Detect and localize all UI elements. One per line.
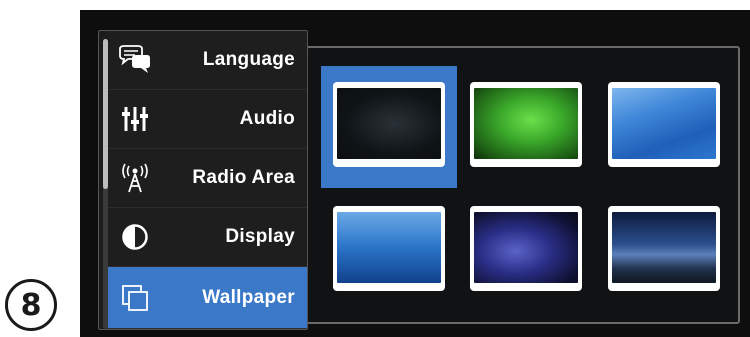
wallpaper-image <box>474 88 578 159</box>
wallpaper-thumbnail-milky-way[interactable] <box>608 206 720 291</box>
wallpaper-image <box>474 212 578 283</box>
radio-tower-icon <box>118 161 152 195</box>
settings-menu: Language Audio Radio Area Display Wallpa… <box>98 30 308 330</box>
wallpaper-thumbnail-blue-sea[interactable] <box>333 206 445 291</box>
wallpaper-image <box>612 88 716 159</box>
menu-item-label: Radio Area <box>192 167 295 188</box>
menu-item-display[interactable]: Display <box>108 208 307 267</box>
wallpaper-thumbnail-dark[interactable] <box>333 82 445 167</box>
menu-item-wallpaper[interactable]: Wallpaper <box>108 267 307 329</box>
menu-item-label: Audio <box>239 108 295 129</box>
wallpaper-thumbnail-green[interactable] <box>470 82 582 167</box>
wallpaper-grid <box>306 46 740 324</box>
menu-item-label: Display <box>225 226 295 247</box>
infotainment-screen: Language Audio Radio Area Display Wallpa… <box>80 10 750 337</box>
menu-item-audio[interactable]: Audio <box>108 90 307 149</box>
menu-item-label: Language <box>202 49 295 70</box>
wallpaper-thumbnail-nebula[interactable] <box>470 206 582 291</box>
equalizer-sliders-icon <box>118 102 152 136</box>
menu-item-language[interactable]: Language <box>108 31 307 90</box>
step-number-badge: 8 <box>5 279 57 331</box>
wallpaper-image <box>337 88 441 159</box>
contrast-circle-icon <box>118 220 152 254</box>
menu-item-radio-area[interactable]: Radio Area <box>108 149 307 208</box>
menu-item-label: Wallpaper <box>202 286 295 308</box>
wallpaper-image <box>337 212 441 283</box>
wallpaper-image <box>612 212 716 283</box>
overlapping-squares-icon <box>118 281 152 315</box>
speech-bubbles-icon <box>118 43 152 77</box>
wallpaper-thumbnail-blue-wave[interactable] <box>608 82 720 167</box>
